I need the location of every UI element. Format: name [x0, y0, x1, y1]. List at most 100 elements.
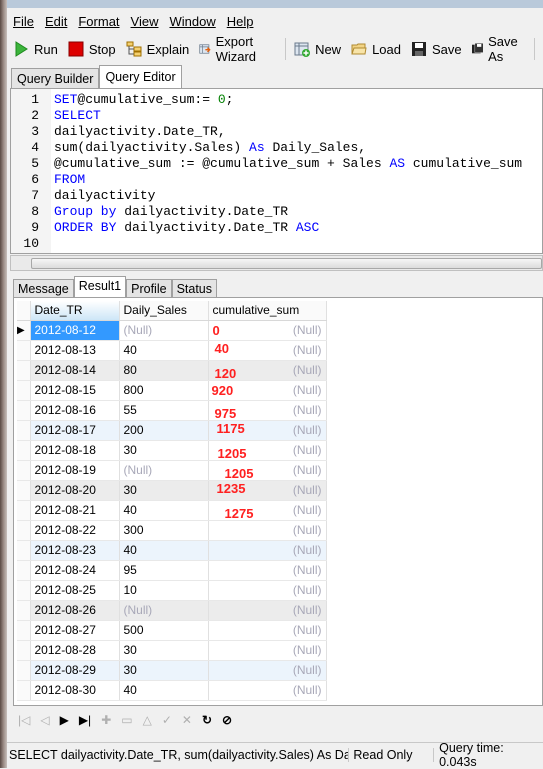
row-indicator[interactable]	[17, 660, 31, 681]
cell-date-tr[interactable]: 2012-08-28	[30, 640, 120, 661]
cell-cumulative-sum[interactable]: (Null)	[208, 540, 327, 561]
cell-date-tr[interactable]: 2012-08-15	[30, 380, 120, 401]
row-indicator[interactable]	[17, 680, 31, 701]
cell-date-tr[interactable]: 2012-08-14	[30, 360, 120, 381]
table-row[interactable]: 2012-08-25 10 (Null)	[17, 580, 327, 601]
cell-daily-sales[interactable]: 500	[119, 620, 209, 641]
column-header-daily-sales[interactable]: Daily_Sales	[119, 301, 209, 321]
row-indicator[interactable]	[17, 380, 31, 401]
save-as-button[interactable]: Save As	[471, 34, 523, 64]
cell-daily-sales[interactable]: 80	[119, 360, 209, 381]
table-row[interactable]: 2012-08-28 30 (Null)	[17, 640, 327, 661]
cell-cumulative-sum[interactable]: (Null)	[208, 560, 327, 581]
cell-cumulative-sum[interactable]: (Null) 920	[208, 380, 327, 401]
cell-daily-sales[interactable]: 55	[119, 400, 209, 421]
table-row[interactable]: 2012-08-19 (Null) (Null) 1205	[17, 460, 327, 481]
row-indicator[interactable]	[17, 440, 31, 461]
cell-daily-sales[interactable]: (Null)	[119, 460, 209, 481]
cell-daily-sales[interactable]: 200	[119, 420, 209, 441]
cell-cumulative-sum[interactable]: (Null) 0	[208, 320, 327, 341]
tab-status[interactable]: Status	[171, 279, 217, 298]
cell-date-tr[interactable]: 2012-08-13	[30, 340, 120, 361]
cell-date-tr[interactable]: 2012-08-22	[30, 520, 120, 541]
row-indicator[interactable]	[17, 600, 31, 621]
table-row[interactable]: 2012-08-17 200 (Null) 1175	[17, 420, 327, 441]
table-row[interactable]: 2012-08-15 800 (Null) 920	[17, 380, 327, 401]
row-indicator[interactable]	[17, 360, 31, 381]
cell-daily-sales[interactable]: 40	[119, 340, 209, 361]
table-row[interactable]: 2012-08-13 40 (Null) 40	[17, 340, 327, 361]
tab-profile[interactable]: Profile	[126, 279, 172, 298]
menu-window[interactable]: Window	[169, 14, 215, 29]
row-indicator[interactable]	[17, 340, 31, 361]
cell-cumulative-sum[interactable]: (Null) 1205	[208, 440, 327, 461]
cell-date-tr[interactable]: 2012-08-24	[30, 560, 120, 581]
row-indicator[interactable]: ▶	[17, 320, 31, 341]
scrollbar-thumb[interactable]	[31, 258, 542, 269]
row-indicator[interactable]	[17, 520, 31, 541]
tab-result1[interactable]: Result1	[73, 276, 127, 298]
table-row[interactable]: 2012-08-21 40 (Null) 1275	[17, 500, 327, 521]
table-row[interactable]: ▶ 2012-08-12 (Null) (Null) 0	[17, 320, 327, 341]
stop-fetch-icon[interactable]: ⊘	[222, 713, 232, 727]
cell-cumulative-sum[interactable]: (Null) 1275	[208, 500, 327, 521]
cancel-edit-icon[interactable]: ✕	[182, 713, 192, 727]
cell-cumulative-sum[interactable]: (Null)	[208, 680, 327, 701]
menu-file[interactable]: File	[13, 14, 34, 29]
cell-daily-sales[interactable]: 30	[119, 480, 209, 501]
tab-message[interactable]: Message	[13, 279, 74, 298]
table-row[interactable]: 2012-08-18 30 (Null) 1205	[17, 440, 327, 461]
edit-record-icon[interactable]: △	[143, 713, 152, 727]
cell-cumulative-sum[interactable]: (Null) 40	[208, 340, 327, 361]
editor-horizontal-scrollbar[interactable]	[10, 255, 543, 271]
row-indicator[interactable]	[17, 540, 31, 561]
export-wizard-button[interactable]: Export Wizard	[199, 34, 273, 64]
table-row[interactable]: 2012-08-22 300 (Null)	[17, 520, 327, 541]
cell-daily-sales[interactable]: 30	[119, 640, 209, 661]
row-indicator[interactable]	[17, 560, 31, 581]
post-edit-icon[interactable]: ✓	[162, 713, 172, 727]
table-row[interactable]: 2012-08-24 95 (Null)	[17, 560, 327, 581]
sql-editor[interactable]: 1 SET@cumulative_sum:= 0; 2 SELECT 3 dailyact…	[10, 88, 543, 254]
table-row[interactable]: 2012-08-23 40 (Null)	[17, 540, 327, 561]
cell-cumulative-sum[interactable]: (Null)	[208, 620, 327, 641]
cell-daily-sales[interactable]: 40	[119, 540, 209, 561]
cell-daily-sales[interactable]: 30	[119, 440, 209, 461]
cell-date-tr[interactable]: 2012-08-26	[30, 600, 120, 621]
cell-daily-sales[interactable]: 300	[119, 520, 209, 541]
row-indicator[interactable]	[17, 420, 31, 441]
insert-record-icon[interactable]: ✚	[101, 713, 111, 727]
cell-date-tr[interactable]: 2012-08-23	[30, 540, 120, 561]
cell-cumulative-sum[interactable]: (Null)	[208, 580, 327, 601]
row-indicator[interactable]	[17, 640, 31, 661]
row-indicator[interactable]	[17, 460, 31, 481]
cell-daily-sales[interactable]: 40	[119, 500, 209, 521]
table-row[interactable]: 2012-08-30 40 (Null)	[17, 680, 327, 701]
cell-date-tr[interactable]: 2012-08-16	[30, 400, 120, 421]
cell-cumulative-sum[interactable]: (Null)	[208, 640, 327, 661]
row-indicator[interactable]	[17, 580, 31, 601]
cell-cumulative-sum[interactable]: (Null) 1175	[208, 420, 327, 441]
cell-daily-sales[interactable]: (Null)	[119, 600, 209, 621]
cell-date-tr[interactable]: 2012-08-18	[30, 440, 120, 461]
row-indicator[interactable]	[17, 480, 31, 501]
cell-cumulative-sum[interactable]: (Null) 1235	[208, 480, 327, 501]
table-row[interactable]: 2012-08-20 30 (Null) 1235	[17, 480, 327, 501]
table-row[interactable]: 2012-08-14 80 (Null) 120	[17, 360, 327, 381]
cell-date-tr[interactable]: 2012-08-19	[30, 460, 120, 481]
cell-cumulative-sum[interactable]: (Null)	[208, 600, 327, 621]
prior-record-icon[interactable]: ◁	[40, 713, 49, 727]
load-button[interactable]: Load	[351, 41, 401, 57]
refresh-icon[interactable]: ↻	[202, 713, 212, 727]
row-indicator[interactable]	[17, 620, 31, 641]
cell-date-tr[interactable]: 2012-08-12	[30, 320, 120, 341]
cell-daily-sales[interactable]: 10	[119, 580, 209, 601]
cell-cumulative-sum[interactable]: (Null)	[208, 520, 327, 541]
tab-query-builder[interactable]: Query Builder	[11, 68, 100, 88]
cell-daily-sales[interactable]: (Null)	[119, 320, 209, 341]
last-record-icon[interactable]: ▶|	[79, 713, 91, 727]
cell-cumulative-sum[interactable]: (Null) 120	[208, 360, 327, 381]
cell-cumulative-sum[interactable]: (Null)	[208, 660, 327, 681]
menu-format[interactable]: Format	[78, 14, 119, 29]
cell-date-tr[interactable]: 2012-08-29	[30, 660, 120, 681]
